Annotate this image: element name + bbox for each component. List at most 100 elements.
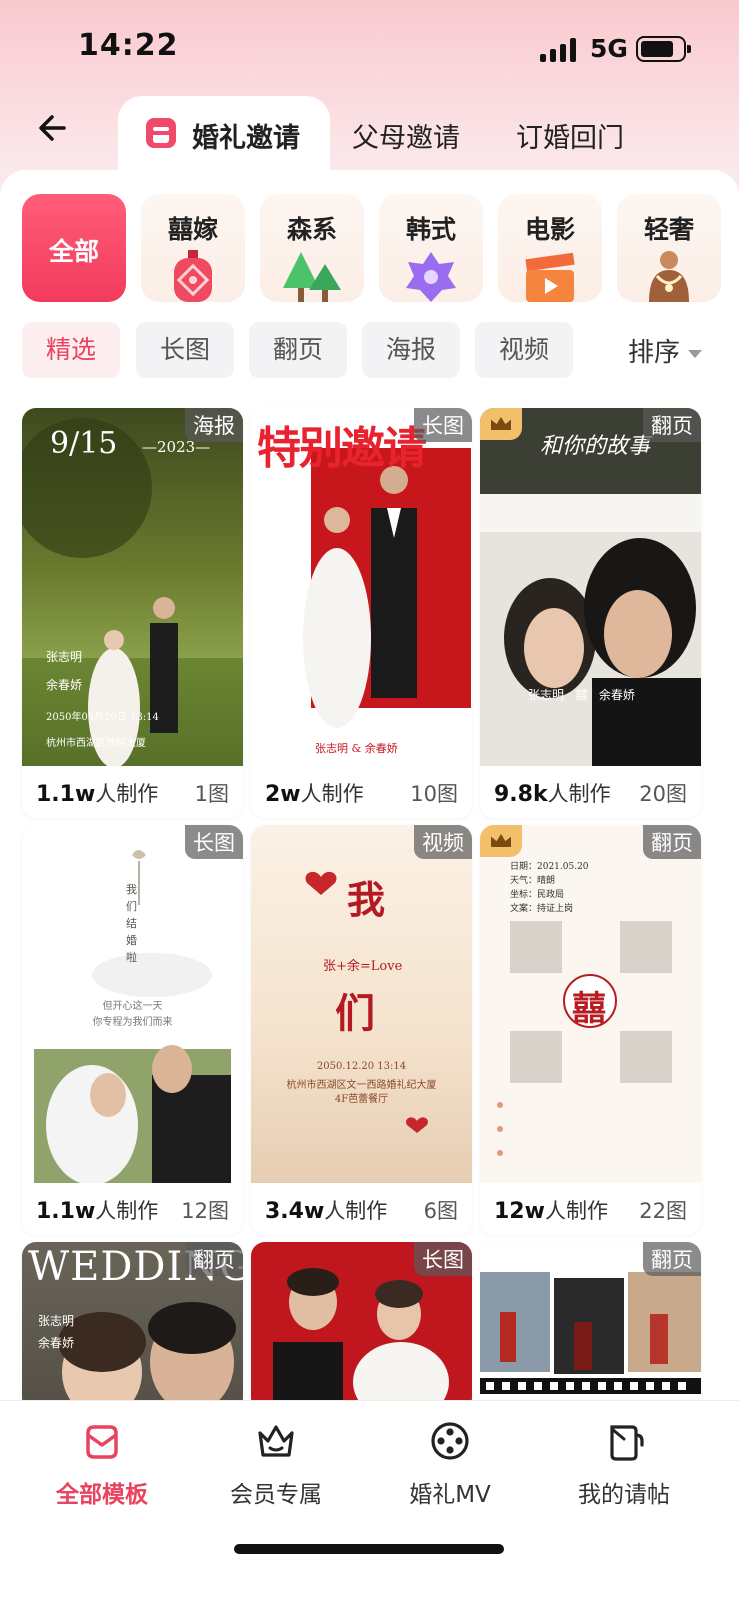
category-luxury[interactable]: 轻奢 — [617, 194, 721, 302]
nav-my-invitations[interactable]: 我的请帖 — [544, 1419, 704, 1509]
tab-parents-invite[interactable]: 父母邀请 — [352, 116, 460, 155]
template-card[interactable]: 翻页 — [480, 1242, 701, 1412]
category-label: 电影 — [524, 215, 575, 244]
nav-wedding-mv[interactable]: 婚礼MV — [370, 1419, 530, 1509]
card-meta: 3.4w人制作 6图 — [251, 1183, 472, 1235]
script-title: 和你的故事 — [540, 434, 651, 459]
template-card[interactable]: 日期：2021.05.20 天气：晴朗 坐标：民政局 文案：持证上岗 囍 翻页 … — [480, 825, 701, 1235]
template-card[interactable]: 我们结婚啦 但开心这一天 你专程为我们而来 长图 1.1w人制作 12图 — [22, 825, 243, 1235]
type-tag: 长图 — [414, 408, 472, 442]
double-happiness-glyph: 囍 — [572, 989, 606, 1029]
filter-long-image[interactable]: 长图 — [136, 322, 234, 378]
usage-count: 3.4w — [265, 1199, 325, 1224]
nav-vip-exclusive[interactable]: 会员专属 — [196, 1419, 356, 1509]
template-card[interactable]: 我 张+余=Love 们 2050.12.20 13:14 杭州市西湖区文一西路… — [251, 825, 472, 1235]
calendar-date: 9/15 — [50, 426, 118, 461]
filter-page-flip[interactable]: 翻页 — [249, 322, 347, 378]
film-reel-icon — [431, 1422, 469, 1460]
type-tag: 翻页 — [643, 408, 701, 442]
usage-suffix: 人制作 — [300, 782, 364, 806]
tab-wedding-invite[interactable]: 婚礼邀请 — [118, 96, 330, 178]
battery-icon — [636, 36, 691, 62]
event-place: 杭州市西湖区数娱大厦 — [46, 738, 146, 749]
bottom-navigation: 全部模板 会员专属 婚礼MV 我的请帖 — [0, 1400, 739, 1600]
tab-label: 婚礼邀请 — [192, 123, 300, 154]
bride-name: 余春娇 — [46, 678, 83, 692]
event-time: 2050.12.20 13:14 — [316, 1061, 407, 1072]
type-tag: 翻页 — [643, 825, 701, 859]
nav-label: 全部模板 — [56, 1482, 148, 1508]
nav-all-templates[interactable]: 全部模板 — [22, 1419, 182, 1509]
invite-line: 你专程为我们而来 — [92, 1017, 173, 1028]
template-card[interactable]: 9/15 —2023— 张志明 余春娇 2050年05月20日 13:14 杭州… — [22, 408, 243, 818]
picture-count: 1图 — [194, 782, 229, 806]
category-row: 全部 囍嫁 森系 韩式 电影 轻奢 — [22, 194, 739, 304]
vertical-text: 我们结婚啦 — [126, 883, 137, 964]
couple-names: 张志明 & 余春娇 — [315, 742, 398, 755]
picture-count: 6图 — [423, 1199, 458, 1223]
category-label: 轻奢 — [643, 215, 694, 244]
flower-icon — [406, 252, 456, 302]
invitation-badge-icon — [146, 118, 176, 148]
bride-name: 余春娇 — [38, 1336, 75, 1350]
title-char: 我 — [347, 877, 386, 922]
template-thumbnail: 和你的故事 张志明 囍 余春娇 翻页 — [480, 408, 701, 766]
info-line: 坐标：民政局 — [510, 890, 565, 900]
template-thumbnail: 我们结婚啦 但开心这一天 你专程为我们而来 长图 — [22, 825, 243, 1183]
sort-dropdown[interactable]: 排序 — [628, 332, 703, 369]
category-movie[interactable]: 电影 — [498, 194, 602, 302]
filter-featured[interactable]: 精选 — [22, 322, 120, 378]
info-line: 日期：2021.05.20 — [510, 862, 589, 872]
couple-names: 张志明 囍 余春娇 — [528, 688, 635, 702]
filter-poster[interactable]: 海报 — [362, 322, 460, 378]
category-label: 全部 — [48, 237, 99, 266]
usage-count: 1.1w — [36, 782, 96, 807]
type-tag: 海报 — [185, 408, 243, 442]
signal-icon — [540, 38, 576, 62]
category-xijia[interactable]: 囍嫁 — [141, 194, 245, 302]
groom-name: 张志明 — [46, 650, 83, 664]
card-meta: 12w人制作 22图 — [480, 1183, 701, 1235]
home-indicator — [234, 1544, 504, 1554]
category-forest[interactable]: 森系 — [260, 194, 364, 302]
necklace-icon — [649, 251, 689, 302]
usage-count: 2w — [265, 782, 301, 807]
back-arrow-icon[interactable] — [34, 108, 74, 148]
usage-suffix: 人制作 — [544, 1199, 608, 1223]
nav-label: 会员专属 — [230, 1482, 322, 1508]
template-card[interactable]: WEDDING 张志明 余春娇 翻页 — [22, 1242, 243, 1412]
template-thumbnail: WEDDING 张志明 余春娇 翻页 — [22, 1242, 243, 1412]
usage-suffix: 人制作 — [95, 1199, 159, 1223]
event-place: 杭州市西湖区文一西路婚礼纪大厦 4F芭蕾餐厅 — [286, 1080, 437, 1105]
type-tag: 翻页 — [185, 1242, 243, 1276]
picture-count: 20图 — [639, 782, 687, 806]
caret-down-icon — [688, 349, 703, 358]
picture-count: 12图 — [181, 1199, 229, 1223]
filter-video[interactable]: 视频 — [475, 322, 573, 378]
template-card[interactable]: 特别邀请 张志明 & 余春娇 长图 2w人制作 10图 — [251, 408, 472, 818]
info-line: 天气：晴朗 — [510, 876, 556, 886]
usage-suffix: 人制作 — [324, 1199, 388, 1223]
template-card[interactable]: 和你的故事 张志明 囍 余春娇 翻页 9.8k人制作 20图 — [480, 408, 701, 818]
groom-name: 张志明 — [38, 1314, 75, 1328]
network-label: 5G — [590, 34, 628, 63]
category-label: 韩式 — [405, 215, 456, 244]
vip-crown-icon — [480, 825, 522, 857]
picture-count: 10图 — [410, 782, 458, 806]
usage-count: 1.1w — [36, 1199, 96, 1224]
card-meta: 1.1w人制作 12图 — [22, 1183, 243, 1235]
love-text: 张+余=Love — [323, 959, 403, 974]
nav-label: 我的请帖 — [578, 1482, 670, 1508]
type-tag: 视频 — [414, 825, 472, 859]
usage-suffix: 人制作 — [95, 782, 159, 806]
nav-label: 婚礼MV — [409, 1482, 491, 1508]
template-thumbnail: 日期：2021.05.20 天气：晴朗 坐标：民政局 文案：持证上岗 囍 翻页 — [480, 825, 701, 1183]
template-card[interactable]: 长图 — [251, 1242, 472, 1412]
category-korean[interactable]: 韩式 — [379, 194, 483, 302]
status-bar: 14:22 5G — [0, 0, 739, 96]
couple-photo — [480, 408, 701, 766]
template-thumbnail: 特别邀请 张志明 & 余春娇 长图 — [251, 408, 472, 766]
tab-engagement[interactable]: 订婚回门 — [516, 116, 624, 155]
category-all[interactable]: 全部 — [22, 194, 126, 302]
info-line: 文案：持证上岗 — [510, 904, 574, 914]
